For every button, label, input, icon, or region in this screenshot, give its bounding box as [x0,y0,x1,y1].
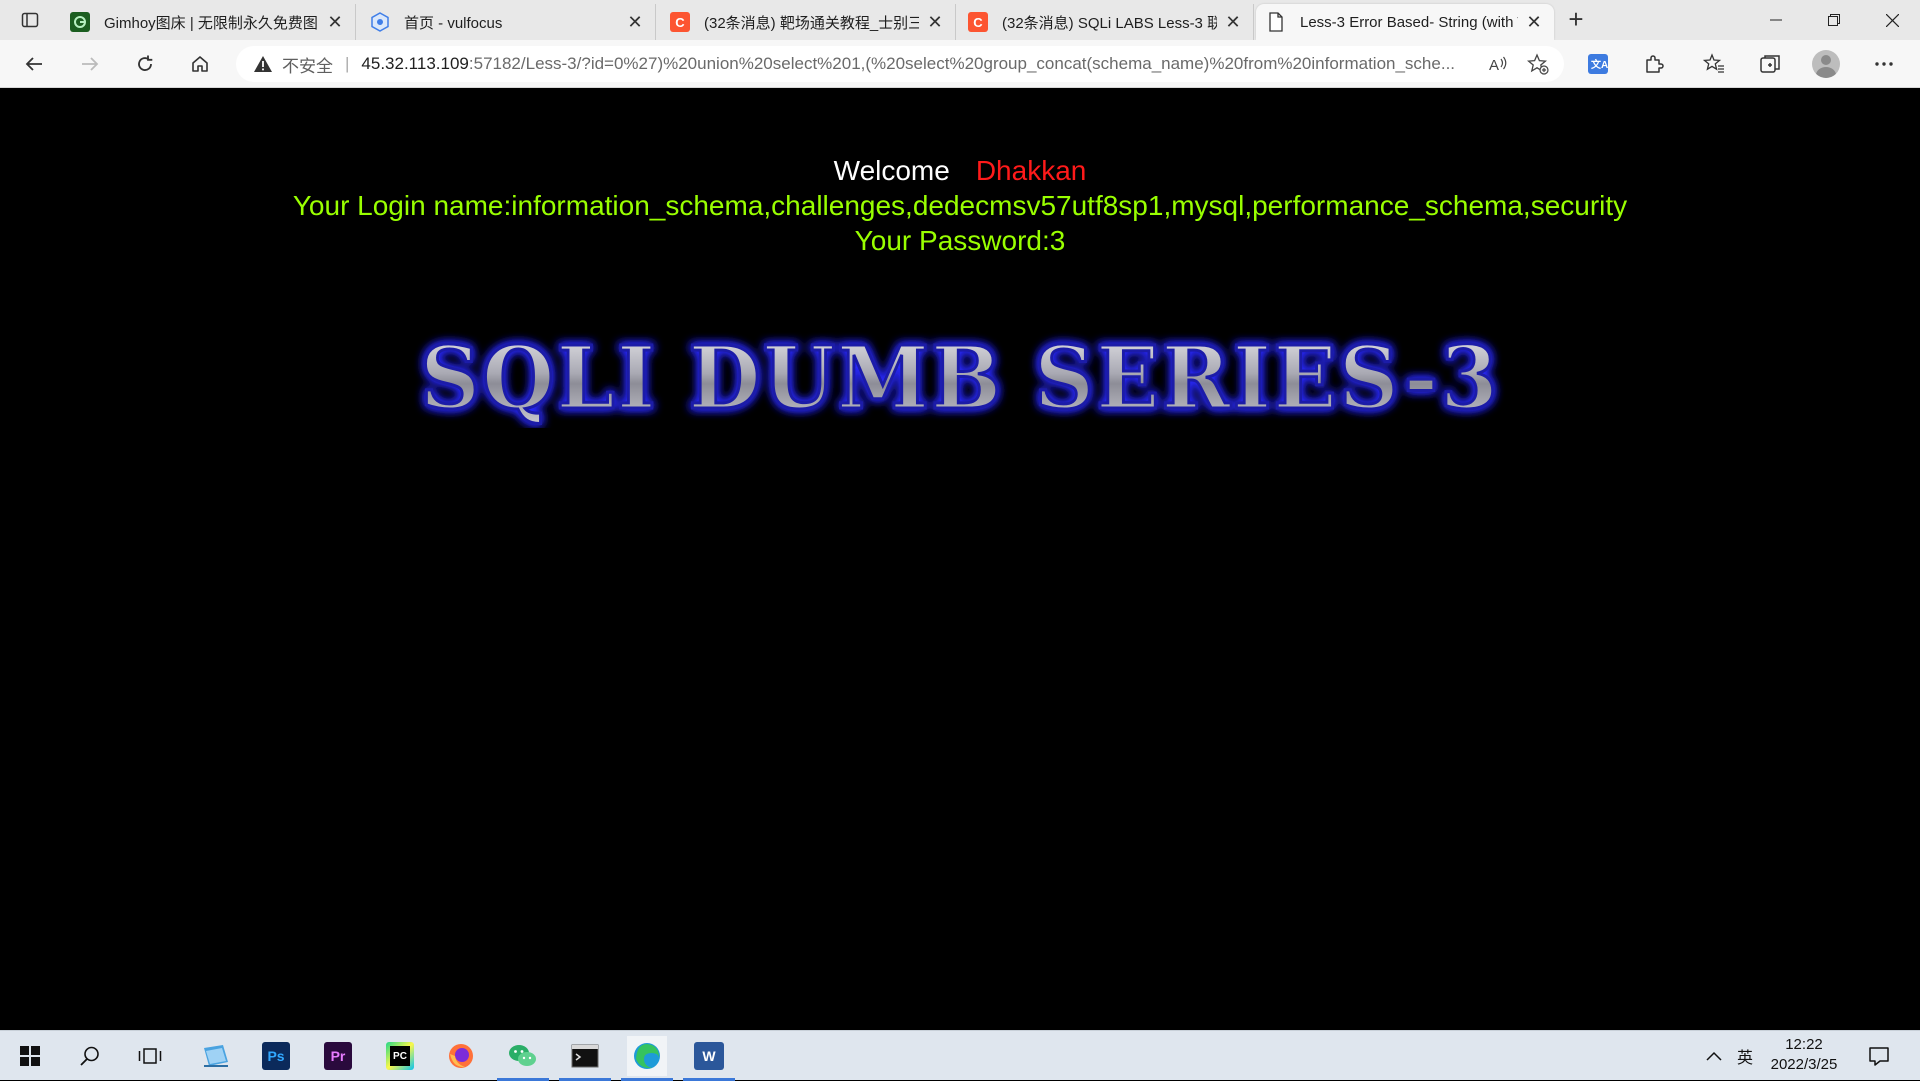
taskbar-app-pycharm[interactable]: PC [380,1036,420,1076]
minimize-icon [1770,19,1782,21]
browser-toolbar: 不安全 | 45.32.113.109 :57182/Less-3/?id=0%… [0,40,1920,88]
chevron-up-icon [1706,1051,1722,1061]
svg-text:A: A [1489,57,1499,73]
ime-indicator[interactable]: 英 [1737,1031,1753,1081]
tray-overflow-button[interactable] [1706,1031,1722,1081]
tab-actions-button[interactable] [10,6,50,34]
back-button[interactable] [16,48,52,80]
photoshop-icon: Ps [262,1042,290,1070]
clock-date: 2022/3/25 [1770,1056,1838,1073]
close-window-button[interactable] [1864,0,1920,40]
pycharm-label: PC [390,1046,410,1066]
username-text: Dhakkan [975,155,1087,186]
start-button[interactable] [10,1036,50,1076]
insecure-label[interactable]: 不安全 [282,52,333,77]
explorer-icon [204,1045,228,1067]
taskbar-app-terminal[interactable] [559,1036,611,1081]
tab-gimhoy[interactable]: Gimhoy图床 | 无限制永久免费图 ✕ [60,4,356,40]
tab-title: (32条消息) SQLi LABS Less-3 联合 [1002,14,1217,32]
tab-title: (32条消息) 靶场通关教程_士别三 [704,14,919,32]
warning-icon[interactable] [252,53,274,75]
back-arrow-icon [25,57,42,71]
profile-avatar[interactable] [1812,50,1840,78]
sqli-dumb-series-logo: SQLI DUMB SERIES-3 [419,328,1500,428]
translate-icon[interactable]: 文A [1580,48,1616,80]
clock-time: 12:22 [1785,1036,1823,1053]
tab-close-icon[interactable]: ✕ [325,12,345,32]
csdn-icon: C [968,12,988,32]
csdn-icon: C [670,12,690,32]
refresh-icon [138,55,153,71]
tab-csdn-1[interactable]: C (32条消息) 靶场通关教程_士别三 ✕ [660,4,956,40]
browser-chrome: Gimhoy图床 | 无限制永久免费图 ✕ 首页 - vulfocus ✕ C … [0,0,1920,88]
vulfocus-icon [370,12,390,32]
taskbar-app-photoshop[interactable]: Ps [256,1036,296,1076]
tab-title: 首页 - vulfocus [404,14,503,32]
url-path[interactable]: :57182/Less-3/?id=0%27)%20union%20select… [469,54,1454,74]
taskbar: Ps Pr PC W 英 12:22 2022/3/25 [0,1030,1920,1081]
forward-button[interactable] [72,48,108,80]
search-button[interactable] [70,1036,110,1076]
forward-arrow-icon [82,57,99,71]
home-icon [192,56,208,72]
notification-center-button[interactable] [1868,1031,1890,1081]
tab-title: Gimhoy图床 | 无限制永久免费图 [104,14,318,32]
task-view-button[interactable] [130,1036,170,1076]
login-name-result: Your Login name:information_schema,chall… [292,190,1628,221]
tab-strip: Gimhoy图床 | 无限制永久免费图 ✕ 首页 - vulfocus ✕ C … [0,0,1920,40]
welcome-text: Welcome [833,155,950,186]
task-view-icon [138,1048,162,1064]
refresh-button[interactable] [127,48,163,80]
tab-close-icon[interactable]: ✕ [925,12,945,32]
taskbar-app-word[interactable]: W [683,1036,735,1081]
pycharm-icon: PC [386,1042,414,1070]
taskbar-app-wechat[interactable] [497,1036,549,1081]
address-separator: | [345,54,350,73]
minimize-button[interactable] [1748,0,1804,40]
close-icon [1885,13,1899,27]
tab-less-3[interactable]: Less-3 Error Based- String (with T ✕ [1256,4,1554,40]
wechat-icon [509,1045,536,1066]
tab-title: Less-3 Error Based- String (with T [1300,13,1518,31]
url-host[interactable]: 45.32.113.109 [361,54,468,74]
restore-button[interactable] [1806,0,1862,40]
svg-text:文A: 文A [1591,58,1608,71]
edge-icon [634,1043,660,1069]
tab-actions-icon [21,12,39,28]
tab-close-icon[interactable]: ✕ [1524,12,1544,32]
taskbar-clock[interactable]: 12:22 2022/3/25 [1760,1035,1848,1075]
new-tab-button[interactable]: + [1560,6,1592,34]
home-button[interactable] [182,48,218,80]
address-bar[interactable]: 不安全 | 45.32.113.109 :57182/Less-3/?id=0%… [236,46,1564,82]
taskbar-app-edge[interactable] [621,1036,673,1081]
word-icon: W [694,1042,724,1070]
add-favorite-icon[interactable] [1526,52,1550,76]
restore-icon [1828,14,1840,26]
premiere-icon: Pr [324,1042,352,1070]
logo-text: SQLI DUMB SERIES-3 [420,328,1500,428]
read-aloud-icon[interactable]: A [1486,52,1510,76]
favorites-icon[interactable] [1696,48,1732,80]
taskbar-app-premiere[interactable]: Pr [318,1036,358,1076]
page-content: Welcome Dhakkan Your Login name:informati… [0,88,1920,1030]
gimhoy-icon [70,12,90,32]
taskbar-app-explorer[interactable] [196,1036,236,1076]
notification-icon [1869,1047,1889,1066]
page-icon [1266,12,1286,32]
tab-vulfocus[interactable]: 首页 - vulfocus ✕ [360,4,656,40]
extensions-icon[interactable] [1636,48,1672,80]
search-icon [80,1046,99,1066]
collections-icon[interactable] [1752,48,1788,80]
windows-icon [20,1046,40,1066]
taskbar-app-firefox[interactable] [441,1036,481,1076]
tab-csdn-2[interactable]: C (32条消息) SQLi LABS Less-3 联合 ✕ [958,4,1254,40]
password-result: Your Password:3 [854,225,1066,256]
terminal-icon [571,1044,599,1068]
more-menu-icon[interactable] [1866,48,1902,80]
welcome-line: Welcome Dhakkan [0,154,1920,188]
tab-close-icon[interactable]: ✕ [1223,12,1243,32]
tab-close-icon[interactable]: ✕ [625,12,645,32]
firefox-icon [449,1044,473,1068]
